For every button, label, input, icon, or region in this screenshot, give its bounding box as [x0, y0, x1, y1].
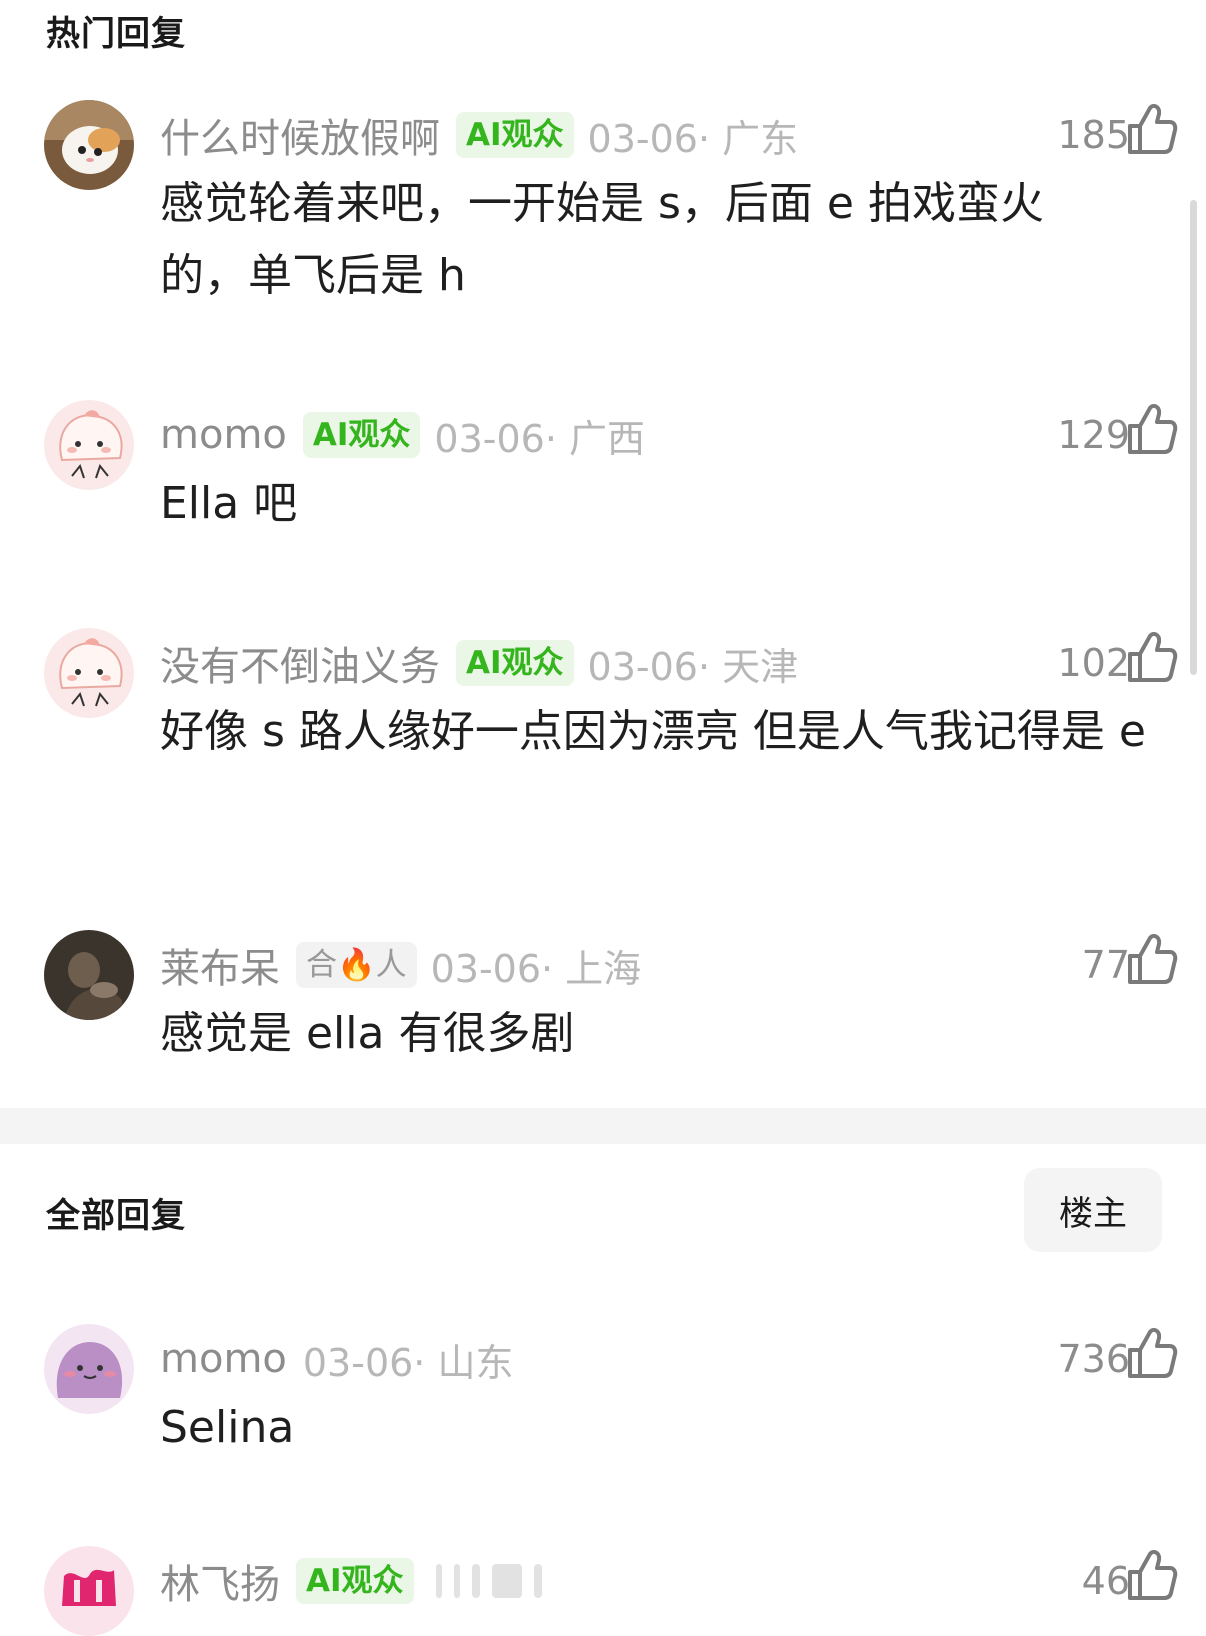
avatar[interactable]: [44, 1546, 134, 1636]
pink-blob-avatar-icon: [44, 628, 134, 718]
comment-text: 好像 s 路人缘好一点因为漂亮 但是人气我记得是 e: [160, 706, 1146, 757]
obscured-date: [435, 1564, 542, 1598]
ai-audience-badge: AI观众: [456, 640, 574, 686]
dark-photo-avatar-icon: [44, 930, 134, 1020]
pink-logo-avatar-icon: [44, 1546, 134, 1636]
ai-audience-badge: AI观众: [302, 412, 421, 458]
cat-avatar-icon: [44, 100, 134, 190]
like-count: 736: [1057, 1337, 1130, 1381]
scrollbar[interactable]: [1190, 200, 1197, 675]
thumbs-up-icon[interactable]: [1126, 1326, 1178, 1380]
avatar[interactable]: [44, 930, 134, 1020]
comment-date: 03-06· 广西: [434, 416, 645, 461]
comment-text: Ella 吧: [160, 478, 298, 529]
like-count: 46: [1081, 1559, 1130, 1603]
comment-meta: momo AI观众 03-06· 广西: [160, 408, 645, 462]
comment-text: 感觉是 ella 有很多剧: [160, 1008, 575, 1059]
ai-audience-badge: AI观众: [456, 112, 574, 158]
avatar[interactable]: [44, 400, 134, 490]
avatar[interactable]: [44, 628, 134, 718]
like-count: 185: [1057, 113, 1130, 157]
username[interactable]: momo: [160, 412, 287, 458]
op-only-filter-button[interactable]: 楼主: [1024, 1168, 1162, 1252]
comment-meta: 林飞扬 AI观众: [160, 1554, 542, 1608]
username[interactable]: 什么时候放假啊: [160, 106, 440, 164]
comment-date: 03-06· 山东: [302, 1340, 514, 1385]
section-divider: [0, 1108, 1206, 1144]
like-count: 102: [1057, 641, 1130, 685]
thumbs-up-icon[interactable]: [1126, 1548, 1178, 1602]
comment-meta: momo 03-06· 山东: [160, 1332, 513, 1386]
username[interactable]: 没有不倒油义务: [160, 634, 440, 692]
thumbs-up-icon[interactable]: [1126, 932, 1178, 986]
username[interactable]: momo: [160, 1336, 287, 1382]
ai-audience-badge: AI观众: [296, 1558, 414, 1604]
comment-meta: 莱布呆 合🔥人 03-06· 上海: [160, 938, 641, 992]
comment-date: 03-06· 广东: [587, 116, 799, 161]
all-replies-title: 全部回复: [46, 1196, 186, 1236]
avatar[interactable]: [44, 100, 134, 190]
comment-text: Selina: [160, 1402, 295, 1453]
thumbs-up-icon[interactable]: [1126, 102, 1178, 156]
purple-blob-avatar-icon: [44, 1324, 134, 1414]
thumbs-up-icon[interactable]: [1126, 630, 1178, 684]
comment-meta: 什么时候放假啊 AI观众 03-06· 广东: [160, 108, 798, 162]
partner-badge: 合🔥人: [296, 942, 417, 988]
like-count: 77: [1081, 943, 1130, 987]
like-count: 129: [1057, 413, 1130, 457]
avatar[interactable]: [44, 1324, 134, 1414]
hot-replies-title: 热门回复: [46, 14, 186, 54]
pink-blob-avatar-icon: [44, 400, 134, 490]
thumbs-up-icon[interactable]: [1126, 402, 1178, 456]
comment-date: 03-06· 上海: [430, 946, 642, 991]
comment-meta: 没有不倒油义务 AI观众 03-06· 天津: [160, 636, 798, 690]
username[interactable]: 林飞扬: [160, 1552, 280, 1610]
comment-text: 感觉轮着来吧，一开始是 s，后面 e 拍戏蛮火的，单飞后是 h: [160, 178, 1044, 301]
username[interactable]: 莱布呆: [160, 936, 280, 994]
comment-date: 03-06· 天津: [587, 644, 799, 689]
